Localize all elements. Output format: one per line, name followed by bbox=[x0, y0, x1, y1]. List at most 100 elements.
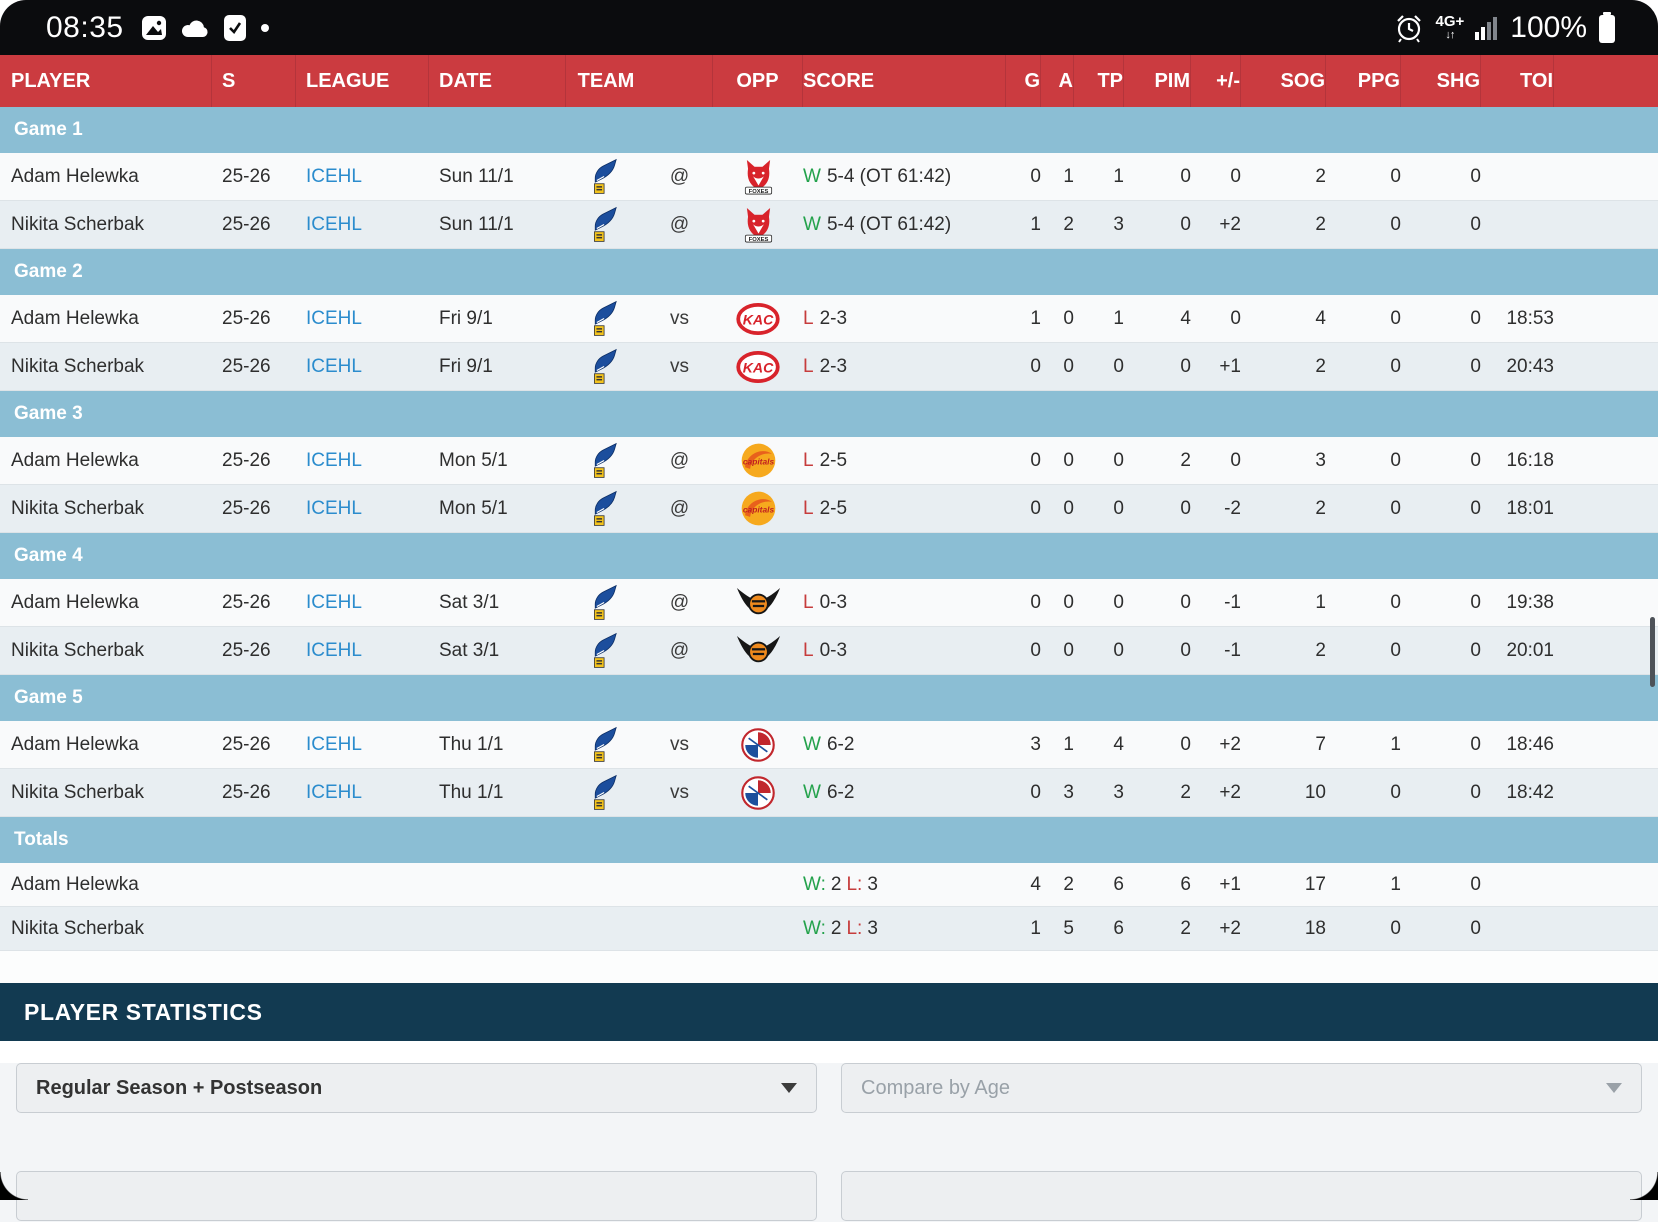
stat-shg: 0 bbox=[1401, 907, 1481, 950]
stat-toi: 18:46 bbox=[1481, 721, 1554, 768]
stat-a: 0 bbox=[1041, 437, 1074, 484]
device-corner bbox=[1630, 1172, 1658, 1200]
league-link[interactable]: ICEHL bbox=[306, 166, 362, 188]
team-logo-cell bbox=[566, 153, 646, 200]
stat-g: 1 bbox=[1006, 295, 1041, 342]
stat-sog: 17 bbox=[1241, 863, 1326, 906]
col-header-shg: SHG bbox=[1401, 55, 1481, 107]
league-link[interactable]: ICEHL bbox=[306, 640, 362, 662]
clock-time: 08:35 bbox=[46, 11, 124, 45]
table-row[interactable]: Adam Helewka 25-26 ICEHL Fri 9/1 vs L2-3… bbox=[0, 295, 1658, 343]
stat-ppg: 0 bbox=[1326, 627, 1401, 674]
stat-a: 2 bbox=[1041, 863, 1074, 906]
score-cell: L0-3 bbox=[803, 579, 1006, 626]
table-row[interactable]: Nikita Scherbak 25-26 ICEHL Fri 9/1 vs L… bbox=[0, 343, 1658, 391]
vertical-scrollbar[interactable] bbox=[1650, 617, 1655, 687]
stat-shg: 0 bbox=[1401, 721, 1481, 768]
table-row[interactable]: Adam Helewka 25-26 ICEHL Sun 11/1 @ W5-4… bbox=[0, 153, 1658, 201]
stat-plusminus: 0 bbox=[1191, 295, 1241, 342]
stat-sog: 1 bbox=[1241, 579, 1326, 626]
stat-ppg: 1 bbox=[1326, 721, 1401, 768]
league-link[interactable]: ICEHL bbox=[306, 308, 362, 330]
stat-tp: 1 bbox=[1074, 295, 1124, 342]
player-name: Adam Helewka bbox=[0, 863, 212, 906]
stat-toi bbox=[1481, 907, 1554, 950]
stat-shg: 0 bbox=[1401, 769, 1481, 816]
red-blue-crest-opp-logo-icon bbox=[741, 728, 775, 762]
season: 25-26 bbox=[212, 201, 296, 248]
vsv-team-logo-icon bbox=[592, 726, 621, 763]
venue-indicator: @ bbox=[646, 437, 713, 484]
season: 25-26 bbox=[212, 485, 296, 532]
league-link[interactable]: ICEHL bbox=[306, 592, 362, 614]
league-link[interactable]: ICEHL bbox=[306, 450, 362, 472]
col-header-sog: SOG bbox=[1241, 55, 1326, 107]
team-logo-cell bbox=[566, 201, 646, 248]
venue-indicator: @ bbox=[646, 485, 713, 532]
battery-icon bbox=[1598, 12, 1616, 44]
game-date: Sun 11/1 bbox=[429, 201, 566, 248]
stat-tp: 0 bbox=[1074, 579, 1124, 626]
league-link[interactable]: ICEHL bbox=[306, 214, 362, 236]
venue-indicator: vs bbox=[646, 295, 713, 342]
stat-ppg: 1 bbox=[1326, 863, 1401, 906]
stat-sog: 2 bbox=[1241, 153, 1326, 200]
table-row[interactable]: Nikita Scherbak 25-26 ICEHL Sat 3/1 @ L0… bbox=[0, 627, 1658, 675]
stat-a: 0 bbox=[1041, 485, 1074, 532]
table-row[interactable]: Adam Helewka 25-26 ICEHL Thu 1/1 vs W6-2… bbox=[0, 721, 1658, 769]
league-link[interactable]: ICEHL bbox=[306, 734, 362, 756]
black-wings-opp-logo-icon bbox=[736, 633, 781, 669]
league-link[interactable]: ICEHL bbox=[306, 356, 362, 378]
section-header-totals: Totals bbox=[0, 817, 1658, 863]
player-name: Adam Helewka bbox=[0, 153, 212, 200]
vsv-team-logo-icon bbox=[592, 348, 621, 385]
player-name: Adam Helewka bbox=[0, 295, 212, 342]
table-row[interactable]: Nikita Scherbak 25-26 ICEHL Sun 11/1 @ W… bbox=[0, 201, 1658, 249]
opp-logo-cell bbox=[713, 721, 803, 768]
notification-dot-icon bbox=[260, 23, 270, 33]
totals-record: W:2L:3 bbox=[803, 907, 1006, 950]
section-header-game3: Game 3 bbox=[0, 391, 1658, 437]
season-type-dropdown[interactable]: Regular Season + Postseason bbox=[16, 1063, 817, 1113]
table-row[interactable]: Adam Helewka 25-26 ICEHL Sat 3/1 @ L0-3 … bbox=[0, 579, 1658, 627]
stat-tp: 0 bbox=[1074, 437, 1124, 484]
stat-plusminus: +2 bbox=[1191, 721, 1241, 768]
score-cell: W6-2 bbox=[803, 769, 1006, 816]
vsv-team-logo-icon bbox=[592, 206, 621, 243]
opp-logo-cell bbox=[713, 295, 803, 342]
season: 25-26 bbox=[212, 295, 296, 342]
game-date: Sun 11/1 bbox=[429, 153, 566, 200]
table-row[interactable]: Nikita Scherbak 25-26 ICEHL Thu 1/1 vs W… bbox=[0, 769, 1658, 817]
team-logo-cell bbox=[566, 485, 646, 532]
player-statistics-title: PLAYER STATISTICS bbox=[24, 999, 263, 1026]
stat-ppg: 0 bbox=[1326, 437, 1401, 484]
stat-tp: 3 bbox=[1074, 201, 1124, 248]
table-row[interactable]: Adam Helewka 25-26 ICEHL Mon 5/1 @ L2-5 … bbox=[0, 437, 1658, 485]
league-link[interactable]: ICEHL bbox=[306, 498, 362, 520]
stat-pim: 0 bbox=[1124, 721, 1191, 768]
col-header-venue bbox=[646, 55, 713, 107]
league-link[interactable]: ICEHL bbox=[306, 782, 362, 804]
stat-tp: 1 bbox=[1074, 153, 1124, 200]
stat-shg: 0 bbox=[1401, 343, 1481, 390]
stat-shg: 0 bbox=[1401, 485, 1481, 532]
capitals-opp-logo-icon bbox=[740, 490, 777, 527]
opp-logo-cell bbox=[713, 201, 803, 248]
col-header-ppg: PPG bbox=[1326, 55, 1401, 107]
stat-sog: 4 bbox=[1241, 295, 1326, 342]
venue-indicator: vs bbox=[646, 721, 713, 768]
compare-by-age-dropdown[interactable]: Compare by Age bbox=[841, 1063, 1642, 1113]
partial-dropdown-left[interactable] bbox=[16, 1171, 817, 1221]
season: 25-26 bbox=[212, 769, 296, 816]
partial-dropdown-right[interactable] bbox=[841, 1171, 1642, 1221]
stat-shg: 0 bbox=[1401, 863, 1481, 906]
stat-plusminus: +1 bbox=[1191, 863, 1241, 906]
stat-a: 0 bbox=[1041, 343, 1074, 390]
stat-ppg: 0 bbox=[1326, 201, 1401, 248]
vsv-team-logo-icon bbox=[592, 632, 621, 669]
stat-plusminus: +2 bbox=[1191, 201, 1241, 248]
stat-g: 0 bbox=[1006, 579, 1041, 626]
stat-a: 1 bbox=[1041, 721, 1074, 768]
totals-row: Adam Helewka W:2L:3 4 2 6 6 +1 17 1 0 bbox=[0, 863, 1658, 907]
table-row[interactable]: Nikita Scherbak 25-26 ICEHL Mon 5/1 @ L2… bbox=[0, 485, 1658, 533]
